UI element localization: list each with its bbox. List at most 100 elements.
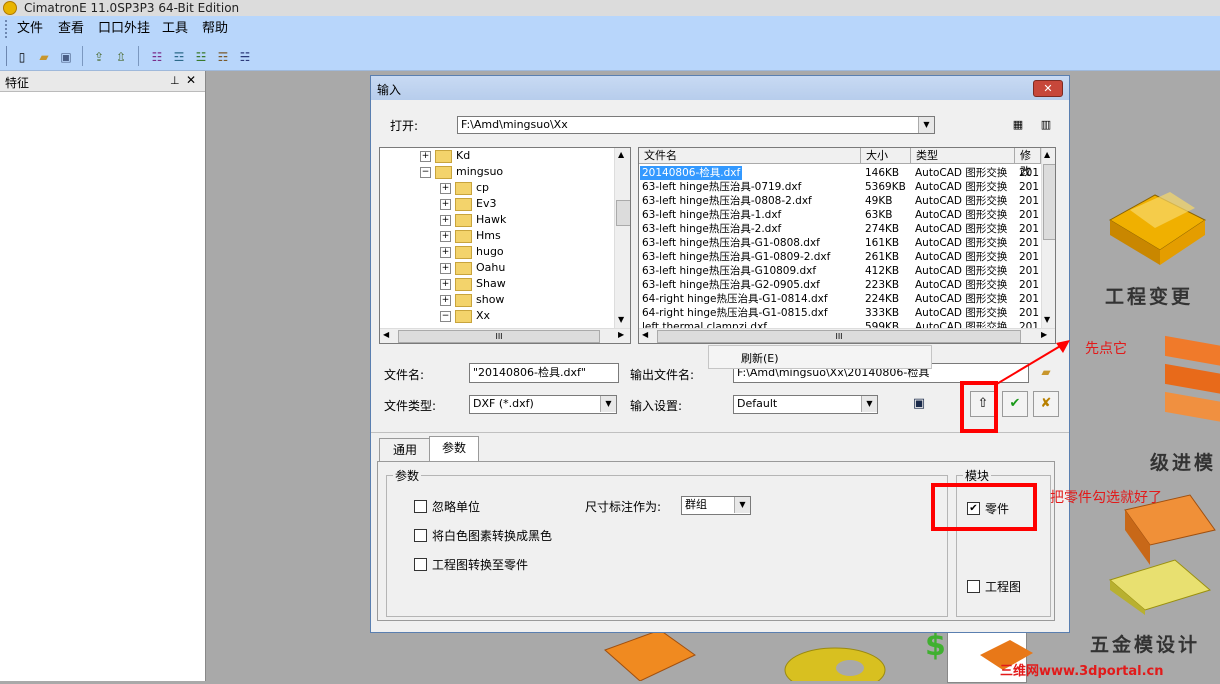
file-row[interactable]: 63-left hinge热压治具-G2-0905.dxf 223KB AutoCA… [639, 278, 1039, 292]
drawing-checkbox[interactable] [967, 580, 980, 593]
panel-close-icon[interactable]: ✕ [186, 73, 196, 87]
tree-item[interactable]: + show [440, 292, 504, 308]
tab-general[interactable]: 通用 [379, 438, 431, 461]
tool-b-icon[interactable]: ☲ [169, 47, 189, 67]
file-row[interactable]: 63-left hinge热压治具-G10809.dxf 412KB AutoCAD… [639, 264, 1039, 278]
expander-icon[interactable]: + [420, 150, 431, 162]
save-icon[interactable]: ▣ [56, 47, 76, 67]
column-header-size[interactable]: 大小 [861, 148, 911, 164]
tree-item[interactable]: + hugo [440, 244, 504, 260]
progressive-die-icon[interactable] [1160, 325, 1220, 425]
expander-icon[interactable]: − [440, 310, 451, 322]
import-icon[interactable]: ⇪ [89, 47, 109, 67]
properties-icon[interactable]: ▦ [1007, 114, 1029, 136]
ignore-units-checkbox[interactable] [414, 500, 427, 513]
white-to-black-checkbox[interactable] [414, 529, 427, 542]
expander-icon[interactable]: + [440, 230, 451, 242]
bottom-orange-part-icon [600, 629, 700, 682]
column-header-name[interactable]: 文件名 [639, 148, 861, 164]
tree-item[interactable]: + Kd [420, 148, 470, 164]
export-icon[interactable]: ⇫ [111, 47, 131, 67]
file-list[interactable]: 文件名 大小 类型 修改 20140806-检具.dxf 146KB AutoCAD… [638, 147, 1056, 344]
tree-item[interactable]: − mingsuo [420, 164, 503, 180]
tree-item[interactable]: + cp [440, 180, 489, 196]
dialog-close-button[interactable]: ✕ [1033, 80, 1063, 97]
context-menu-refresh[interactable]: 刷新(E) [741, 350, 779, 366]
expander-icon[interactable]: + [440, 246, 451, 258]
file-row[interactable]: 64-right hinge热压治具-G1-0815.dxf 333KB AutoC… [639, 306, 1039, 320]
expander-icon[interactable]: + [440, 262, 451, 274]
chevron-down-icon[interactable]: ▼ [734, 497, 750, 513]
filename-input[interactable]: "20140806-检具.dxf" [469, 363, 619, 383]
expander-icon[interactable]: + [440, 294, 451, 306]
file-row[interactable]: 63-left hinge热压治具-G1-0808.dxf 161KB AutoCA… [639, 236, 1039, 250]
import-settings-label: 输入设置: [630, 399, 683, 413]
feature-panel-title: 特征 [5, 76, 30, 90]
tool-c-icon[interactable]: ☳ [191, 47, 211, 67]
file-row[interactable]: 20140806-检具.dxf 146KB AutoCAD 图形交换 201 [639, 166, 1039, 180]
import-settings-select[interactable]: Default ▼ [733, 395, 878, 414]
file-row[interactable]: 63-left hinge热压治具-0808-2.dxf 49KB AutoCAD … [639, 194, 1039, 208]
expander-icon[interactable]: + [440, 278, 451, 290]
tree-item[interactable]: + Shaw [440, 276, 506, 292]
tool-d-icon[interactable]: ☶ [213, 47, 233, 67]
file-row[interactable]: 63-left hinge热压治具-G1-0809-2.dxf 261KB Auto… [639, 250, 1039, 264]
tool-e-icon[interactable]: ☵ [235, 47, 255, 67]
app-title: CimatronE 11.0SP3P3 64-Bit Edition [24, 1, 240, 15]
tree-hscroll-thumb[interactable]: III [398, 330, 600, 343]
expander-icon[interactable]: − [420, 166, 431, 178]
cancel-icon: ✘ [1040, 396, 1052, 411]
open-folder-icon[interactable]: ▰ [34, 47, 54, 67]
menu-help[interactable]: 帮助 [202, 21, 228, 37]
file-date: 201 [1019, 293, 1040, 305]
file-row[interactable]: 63-left hinge热压治具-2.dxf 274KB AutoCAD 图形交换… [639, 222, 1039, 236]
tool-a-icon[interactable]: ☷ [147, 47, 167, 67]
tree-scroll-thumb[interactable] [616, 200, 630, 226]
tree-item[interactable]: + Hawk [440, 212, 506, 228]
menu-plugins[interactable]: 口口外挂 [98, 21, 150, 37]
menu-file[interactable]: 文件 [17, 21, 43, 37]
file-row[interactable]: 63-left hinge热压治具-1.dxf 63KB AutoCAD 图形交换 2… [639, 208, 1039, 222]
column-header-date[interactable]: 修改 [1015, 148, 1041, 178]
file-date: 201 [1019, 307, 1040, 319]
expander-icon[interactable]: + [440, 182, 451, 194]
cancel-button[interactable]: ✘ [1033, 391, 1059, 417]
folder-icon [435, 165, 452, 179]
expander-icon[interactable]: + [440, 198, 451, 210]
tree-item[interactable]: + Hms [440, 228, 501, 244]
hardware-die-icon[interactable] [1100, 490, 1220, 615]
column-header-type[interactable]: 类型 [911, 148, 1015, 164]
file-vertical-scrollbar[interactable]: ▲ ▼ [1041, 148, 1055, 328]
file-size: 63KB [865, 209, 893, 221]
new-file-icon[interactable]: ▯ [12, 47, 32, 67]
menu-view[interactable]: 查看 [58, 21, 84, 37]
tree-horizontal-scrollbar[interactable]: ◀ III ▶ [380, 328, 630, 343]
engineering-change-icon[interactable] [1100, 180, 1210, 270]
preview-icon[interactable]: ▥ [1035, 114, 1057, 136]
chevron-down-icon[interactable]: ▼ [600, 396, 616, 412]
file-row[interactable]: 64-right hinge热压治具-G1-0814.dxf 224KB AutoC… [639, 292, 1039, 306]
file-date: 201 [1019, 195, 1040, 207]
chevron-down-icon[interactable]: ▼ [918, 117, 934, 133]
file-size: 146KB [865, 167, 900, 179]
chevron-down-icon[interactable]: ▼ [861, 396, 877, 412]
pin-icon[interactable]: ⊥ [170, 74, 180, 87]
save-settings-icon[interactable]: ▣ [908, 393, 930, 415]
file-hscroll-thumb[interactable]: III [657, 330, 1021, 343]
ok-button[interactable]: ✔ [1002, 391, 1028, 417]
folder-tree[interactable]: + Kd − mingsuo + cp + Ev3 + Hawk + Hms + hugo + Oahu + Sh… [379, 147, 631, 344]
tree-vertical-scrollbar[interactable]: ▲ ▼ [614, 148, 630, 328]
dimension-as-select[interactable]: 群组 ▼ [681, 496, 751, 515]
drawing-to-part-checkbox[interactable] [414, 558, 427, 571]
tab-parameters[interactable]: 参数 [429, 436, 479, 462]
file-row[interactable]: 63-left hinge热压治具-0719.dxf 5369KB AutoCAD … [639, 180, 1039, 194]
tree-item[interactable]: − Xx [440, 308, 490, 324]
file-scroll-thumb[interactable] [1043, 164, 1055, 240]
menu-tools[interactable]: 工具 [162, 21, 188, 37]
tree-item[interactable]: + Oahu [440, 260, 505, 276]
open-path-combo[interactable]: F:\Amd\mingsuo\Xx ▼ [457, 116, 935, 134]
expander-icon[interactable]: + [440, 214, 451, 226]
filetype-select[interactable]: DXF (*.dxf) ▼ [469, 395, 617, 414]
folder-icon [455, 181, 472, 195]
tree-item[interactable]: + Ev3 [440, 196, 496, 212]
